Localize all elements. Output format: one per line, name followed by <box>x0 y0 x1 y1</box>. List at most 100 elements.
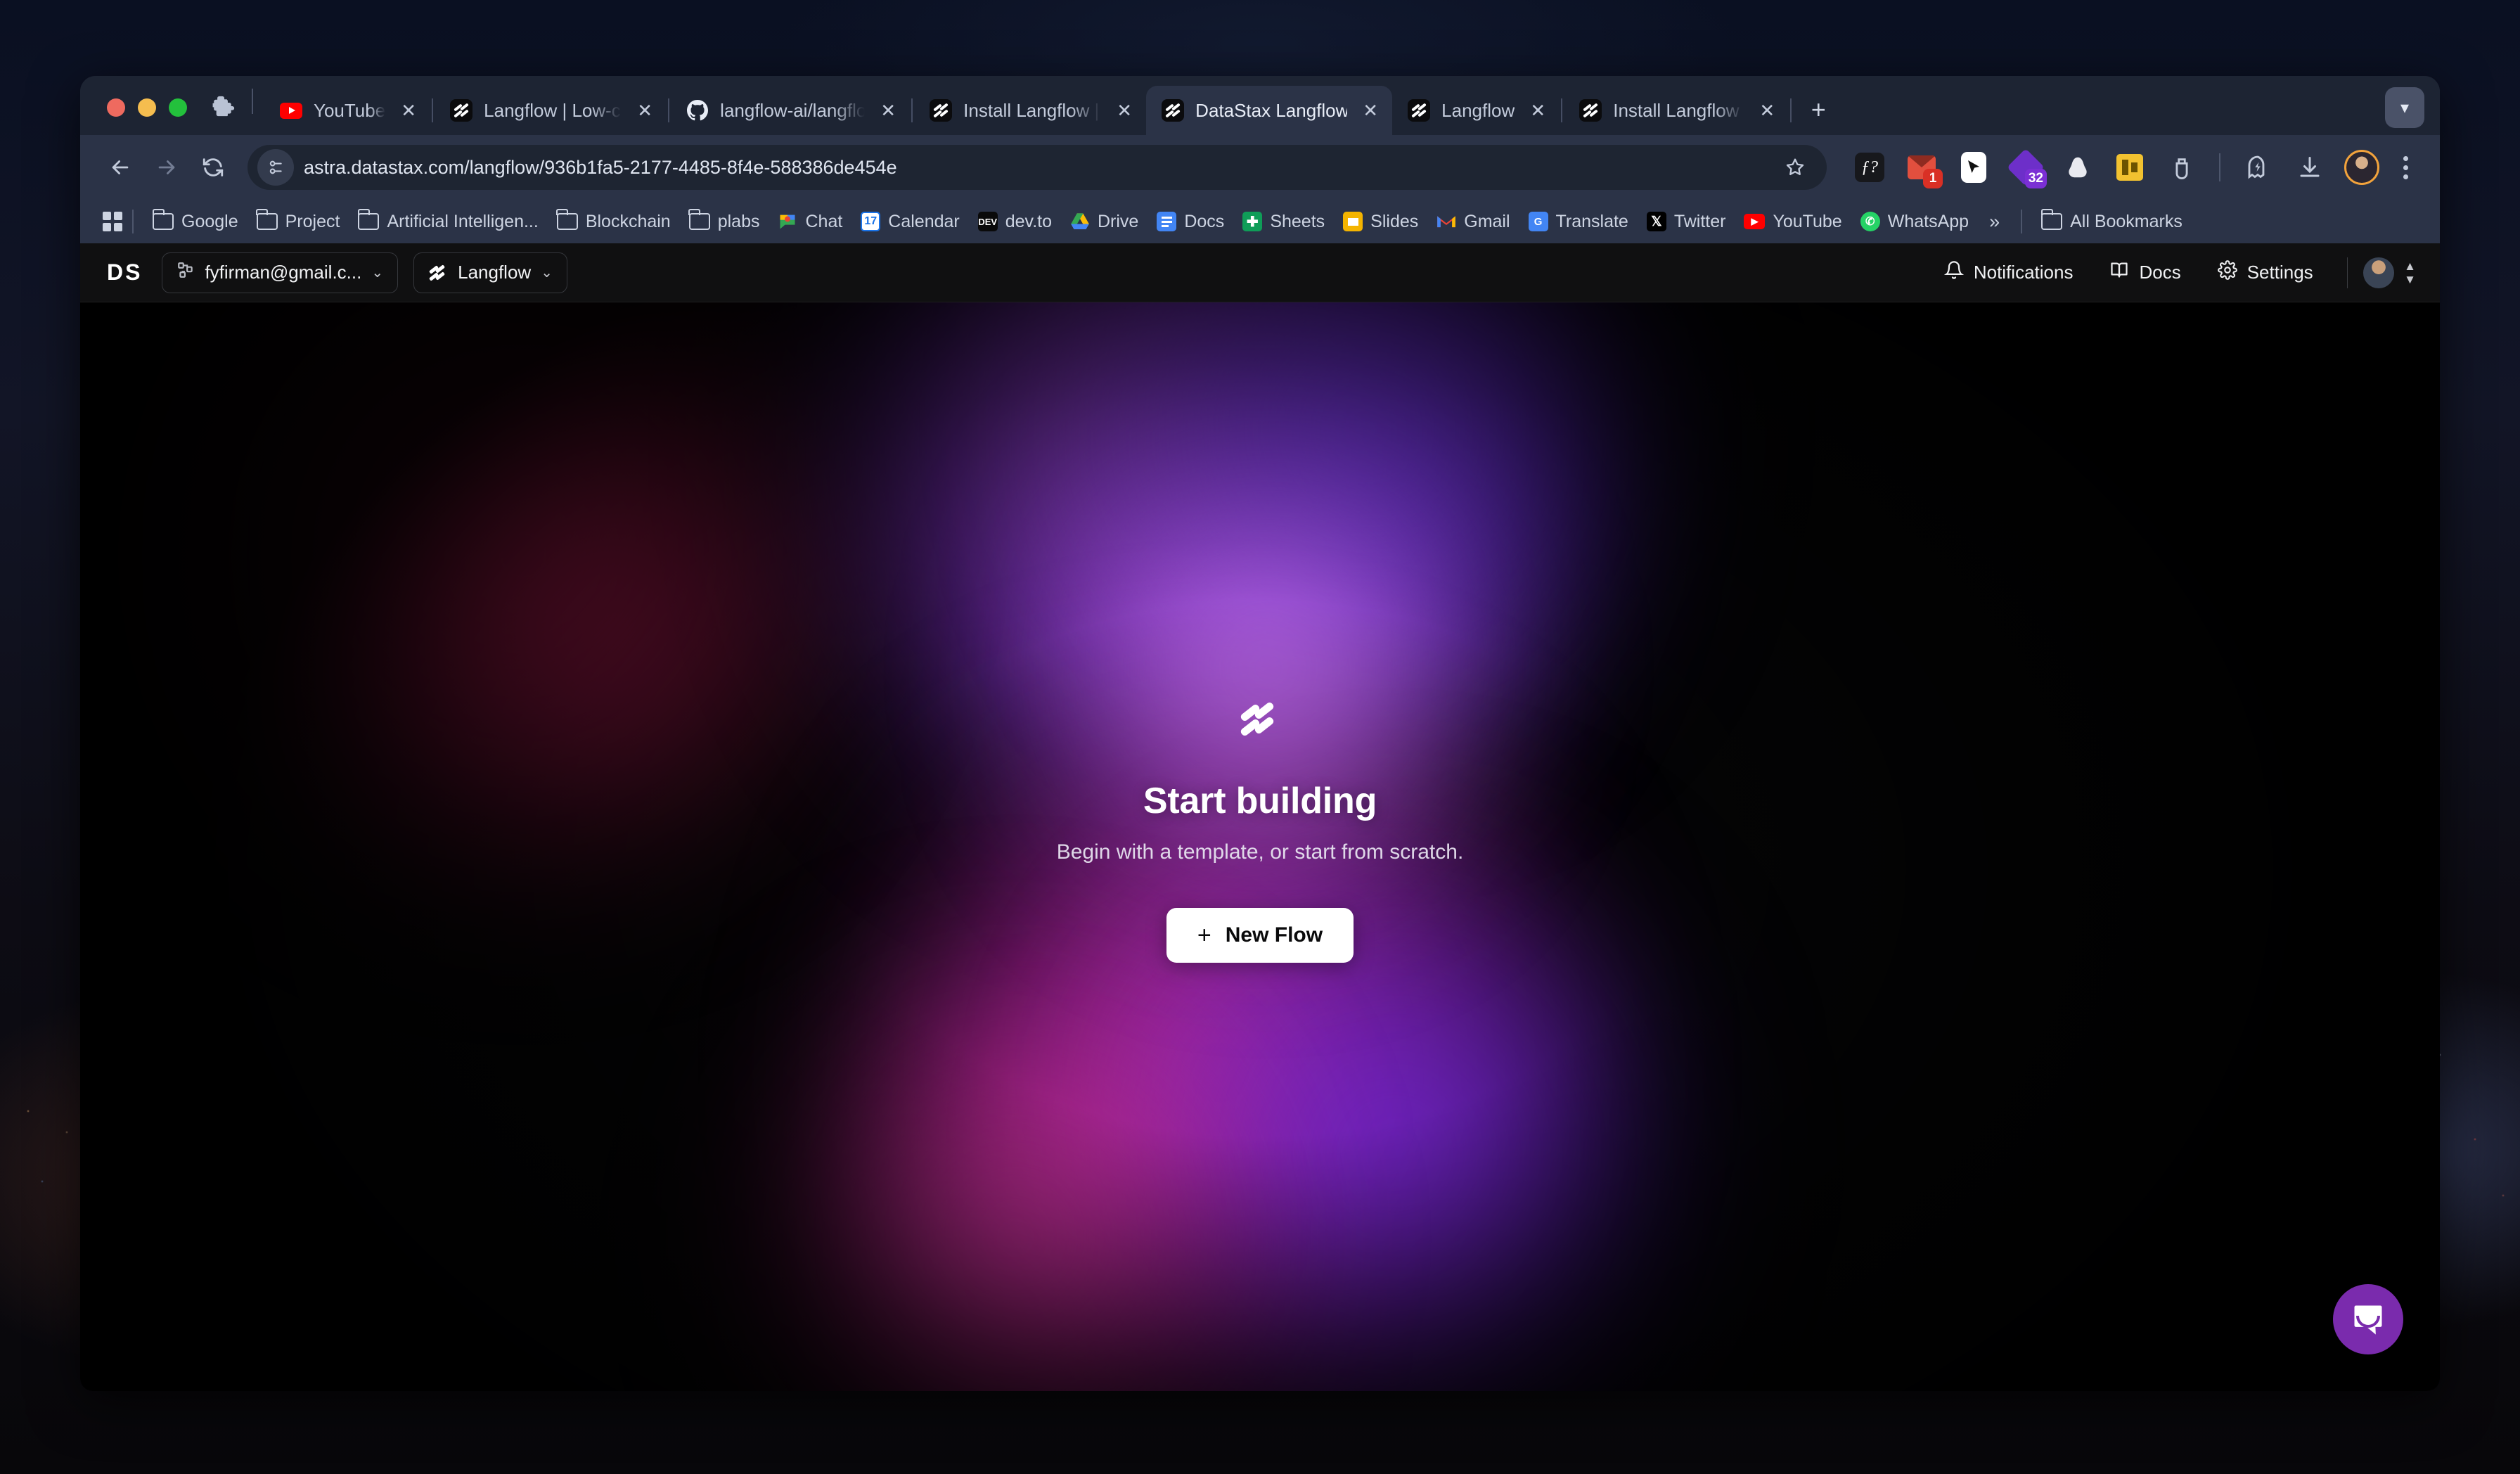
github-icon <box>686 99 709 122</box>
profile-avatar[interactable] <box>2344 150 2379 185</box>
bookmark-youtube[interactable]: ▶ YouTube <box>1735 207 1851 236</box>
bitwarden-extension-icon[interactable] <box>2162 148 2201 187</box>
bookmark-drive[interactable]: Drive <box>1061 207 1148 236</box>
bookmark-plabs[interactable]: plabs <box>680 207 769 236</box>
bookmark-label: Slides <box>1370 211 1419 231</box>
google-sheets-icon: ✚ <box>1242 212 1263 231</box>
close-tab-button[interactable]: ✕ <box>633 98 657 122</box>
tab-divider <box>252 89 253 114</box>
bookmark-project[interactable]: Project <box>248 207 349 236</box>
tab-title: DataStax Langflow <box>1195 99 1348 121</box>
user-avatar[interactable] <box>2363 257 2395 288</box>
google-docs-icon <box>1157 212 1177 231</box>
star-icon[interactable] <box>1776 148 1814 186</box>
tab-github-langflow[interactable]: langflow-ai/langflow: La ✕ <box>671 86 910 135</box>
langflow-icon <box>450 99 473 122</box>
close-window-button[interactable] <box>107 98 125 117</box>
app-header-actions: Notifications Docs Settings ▲ ▼ <box>1926 252 2416 293</box>
url-text[interactable]: astra.datastax.com/langflow/936b1fa5-217… <box>304 157 1776 179</box>
cursor-extension-icon[interactable] <box>1954 148 1993 187</box>
bookmark-docs[interactable]: Docs <box>1148 207 1233 236</box>
bookmark-gmail[interactable]: Gmail <box>1427 207 1519 236</box>
folder-icon <box>556 209 578 230</box>
all-bookmarks-button[interactable]: All Bookmarks <box>2032 207 2192 236</box>
download-icon[interactable] <box>2290 148 2329 187</box>
tab-langflow-lowcode[interactable]: Langflow | Low-code AI ✕ <box>435 86 667 135</box>
bookmark-devto[interactable]: DEV dev.to <box>969 207 1061 236</box>
org-selector[interactable]: fyfirman@gmail.c... ⌄ <box>162 252 399 293</box>
twitter-x-icon: 𝕏 <box>1646 212 1666 231</box>
gmail-extension-icon[interactable]: 1 <box>1902 148 1943 188</box>
close-tab-button[interactable]: ✕ <box>1112 98 1136 122</box>
google-translate-icon: G <box>1528 212 1548 231</box>
close-tab-button[interactable]: ✕ <box>876 98 900 122</box>
grammarly-extension-icon[interactable]: 32 <box>2006 148 2047 188</box>
product-selector[interactable]: Langflow ⌄ <box>413 252 567 293</box>
arrow-right-icon[interactable] <box>145 146 188 189</box>
notebook-extension-icon[interactable] <box>2110 148 2149 187</box>
app-header: DS fyfirman@gmail.c... ⌄ Langflow ⌄ Noti… <box>80 243 2440 302</box>
close-tab-button[interactable]: ✕ <box>1358 98 1382 122</box>
browser-window: YouTube ✕ Langflow | Low-code AI ✕ <box>80 76 2440 1391</box>
puzzle-piece-icon[interactable] <box>197 94 240 135</box>
fonts-ninja-icon[interactable]: ƒ? <box>1850 148 1889 187</box>
new-tab-button[interactable]: + <box>1800 91 1837 128</box>
bookmark-google[interactable]: Google <box>143 207 248 236</box>
chevron-down-icon: ⌄ <box>541 265 553 281</box>
updown-chevron-icon[interactable]: ▲ ▼ <box>2404 260 2416 286</box>
site-settings-icon[interactable] <box>257 149 294 186</box>
tab-list: YouTube ✕ Langflow | Low-code AI ✕ <box>264 76 1841 135</box>
bookmarks-overflow-button[interactable]: » <box>1978 211 2011 233</box>
kebab-menu-icon[interactable] <box>2389 147 2422 188</box>
bookmark-label: WhatsApp <box>1887 211 1969 231</box>
cloud-extension-icon[interactable] <box>2058 148 2097 187</box>
tab-separator <box>1790 98 1792 122</box>
address-bar[interactable]: astra.datastax.com/langflow/936b1fa5-217… <box>248 145 1827 190</box>
tab-install-langflow-2[interactable]: Install Langflow | Langfl ✕ <box>1564 86 1789 135</box>
bookmark-artificial-intelligence[interactable]: Artificial Intelligen... <box>349 207 547 236</box>
ghost-lightning-icon[interactable] <box>2238 148 2277 187</box>
bookmark-calendar[interactable]: 17 Calendar <box>851 207 968 236</box>
minimize-window-button[interactable] <box>138 98 156 117</box>
org-label: fyfirman@gmail.c... <box>205 262 362 283</box>
bookmarks-bar: Google Project Artificial Intelligen... … <box>80 200 2440 243</box>
header-divider <box>2346 257 2348 288</box>
new-flow-button[interactable]: + New Flow <box>1166 908 1354 963</box>
apps-grid-icon[interactable] <box>103 212 122 231</box>
chevron-down-icon[interactable]: ▾ <box>2385 87 2424 128</box>
bookmark-label: Google <box>181 211 238 231</box>
bookmark-slides[interactable]: Slides <box>1334 207 1427 236</box>
new-flow-label: New Flow <box>1225 923 1323 947</box>
tab-install-langflow[interactable]: Install Langflow | Langfl ✕ <box>914 86 1146 135</box>
arrow-left-icon[interactable] <box>98 146 142 189</box>
close-tab-button[interactable]: ✕ <box>1526 98 1550 122</box>
docs-button[interactable]: Docs <box>2091 252 2199 293</box>
tab-datastax-langflow[interactable]: DataStax Langflow ✕ <box>1146 86 1393 135</box>
bookmark-translate[interactable]: G Translate <box>1519 207 1638 236</box>
product-label: Langflow <box>458 262 532 283</box>
settings-label: Settings <box>2246 262 2313 283</box>
intercom-chat-icon[interactable] <box>2333 1284 2403 1354</box>
bookmark-whatsapp[interactable]: ✆ WhatsApp <box>1851 207 1978 236</box>
maximize-window-button[interactable] <box>169 98 187 117</box>
close-tab-button[interactable]: ✕ <box>397 98 420 122</box>
bookmark-label: Blockchain <box>585 211 671 231</box>
google-chat-icon <box>778 212 797 231</box>
bookmark-label: Gmail <box>1464 211 1510 231</box>
tab-title: Langflow | Low-code AI <box>484 99 622 121</box>
browser-tab-strip: YouTube ✕ Langflow | Low-code AI ✕ <box>80 76 2440 135</box>
browser-toolbar: astra.datastax.com/langflow/936b1fa5-217… <box>80 135 2440 200</box>
close-tab-button[interactable]: ✕ <box>1755 98 1779 122</box>
folder-icon <box>152 209 174 230</box>
bookmark-label: Chat <box>805 211 843 231</box>
tab-youtube[interactable]: YouTube ✕ <box>264 86 430 135</box>
bookmark-blockchain[interactable]: Blockchain <box>548 207 680 236</box>
bookmark-twitter[interactable]: 𝕏 Twitter <box>1638 207 1735 236</box>
tab-langflow[interactable]: Langflow ✕ <box>1392 86 1560 135</box>
bookmark-chat[interactable]: Chat <box>769 207 851 236</box>
notifications-button[interactable]: Notifications <box>1926 252 2092 293</box>
datastax-logo[interactable]: DS <box>107 259 142 286</box>
bookmark-sheets[interactable]: ✚ Sheets <box>1233 207 1334 236</box>
reload-icon[interactable] <box>191 146 235 189</box>
settings-button[interactable]: Settings <box>2199 252 2332 293</box>
